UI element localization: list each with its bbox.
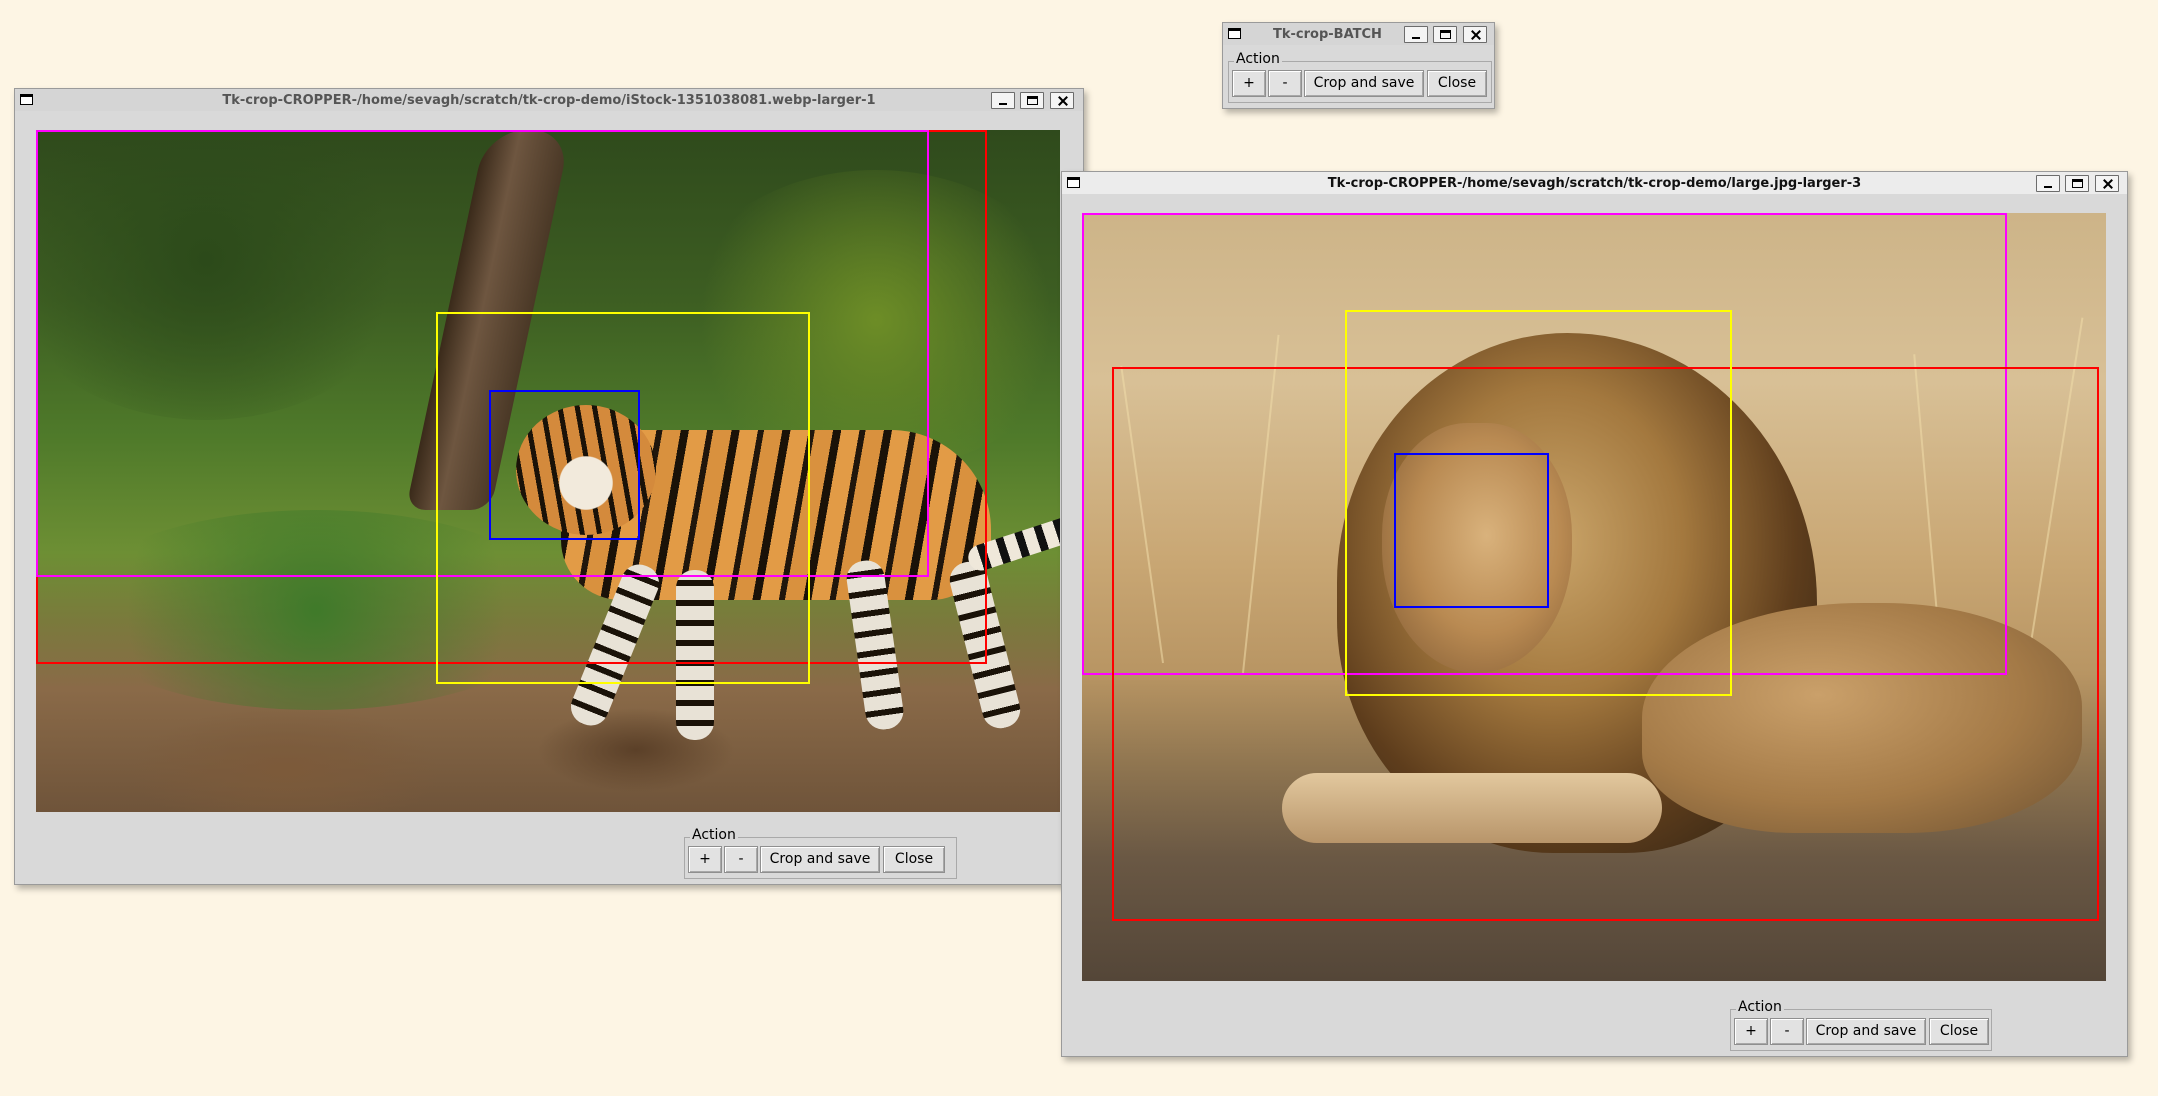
zoom-in-button[interactable]: + [688,846,722,873]
title-bar[interactable]: Tk-crop-CROPPER-/home/sevagh/scratch/tk-… [15,89,1083,111]
maximize-icon[interactable] [2065,175,2089,192]
close-button[interactable]: Close [1427,70,1487,97]
title-bar[interactable]: Tk-crop-BATCH [1223,23,1494,45]
action-group-label: Action [1736,999,1784,1015]
cropper-window-lion: Tk-crop-CROPPER-/home/sevagh/scratch/tk-… [1061,171,2128,1057]
zoom-out-button[interactable]: - [1770,1018,1804,1045]
action-group: Action + - Crop and save Close [684,827,957,879]
image-canvas[interactable] [1082,213,2106,981]
action-group: Action + - Crop and save Close [1228,51,1492,103]
cropper-window-tiger: Tk-crop-CROPPER-/home/sevagh/scratch/tk-… [14,88,1084,885]
crop-rect-blue[interactable] [1394,453,1549,608]
minimize-icon[interactable] [2036,175,2060,192]
image-canvas[interactable] [36,130,1060,812]
maximize-icon[interactable] [1020,92,1044,109]
zoom-out-button[interactable]: - [724,846,758,873]
zoom-in-button[interactable]: + [1734,1018,1768,1045]
minimize-icon[interactable] [991,92,1015,109]
window-title: Tk-crop-BATCH [1273,27,1382,42]
action-group-label: Action [1234,51,1282,67]
close-icon[interactable] [1050,92,1074,109]
zoom-in-button[interactable]: + [1232,70,1266,97]
window-title: Tk-crop-CROPPER-/home/sevagh/scratch/tk-… [1327,176,1862,191]
minimize-icon[interactable] [1404,26,1428,43]
action-group: Action + - Crop and save Close [1730,999,1992,1051]
zoom-out-button[interactable]: - [1268,70,1302,97]
crop-and-save-button[interactable]: Crop and save [1304,70,1424,97]
maximize-icon[interactable] [1433,26,1457,43]
title-bar[interactable]: Tk-crop-CROPPER-/home/sevagh/scratch/tk-… [1062,172,2127,194]
close-icon[interactable] [2095,175,2119,192]
window-menu-icon[interactable] [1228,28,1241,39]
close-button[interactable]: Close [883,846,945,873]
batch-window: Tk-crop-BATCH Action + - Crop and save C… [1222,22,1495,109]
close-icon[interactable] [1463,26,1487,43]
crop-and-save-button[interactable]: Crop and save [760,846,880,873]
close-button[interactable]: Close [1929,1018,1989,1045]
crop-and-save-button[interactable]: Crop and save [1806,1018,1926,1045]
action-group-label: Action [690,827,738,843]
window-title: Tk-crop-CROPPER-/home/sevagh/scratch/tk-… [222,93,876,108]
crop-rect-blue[interactable] [489,390,640,540]
